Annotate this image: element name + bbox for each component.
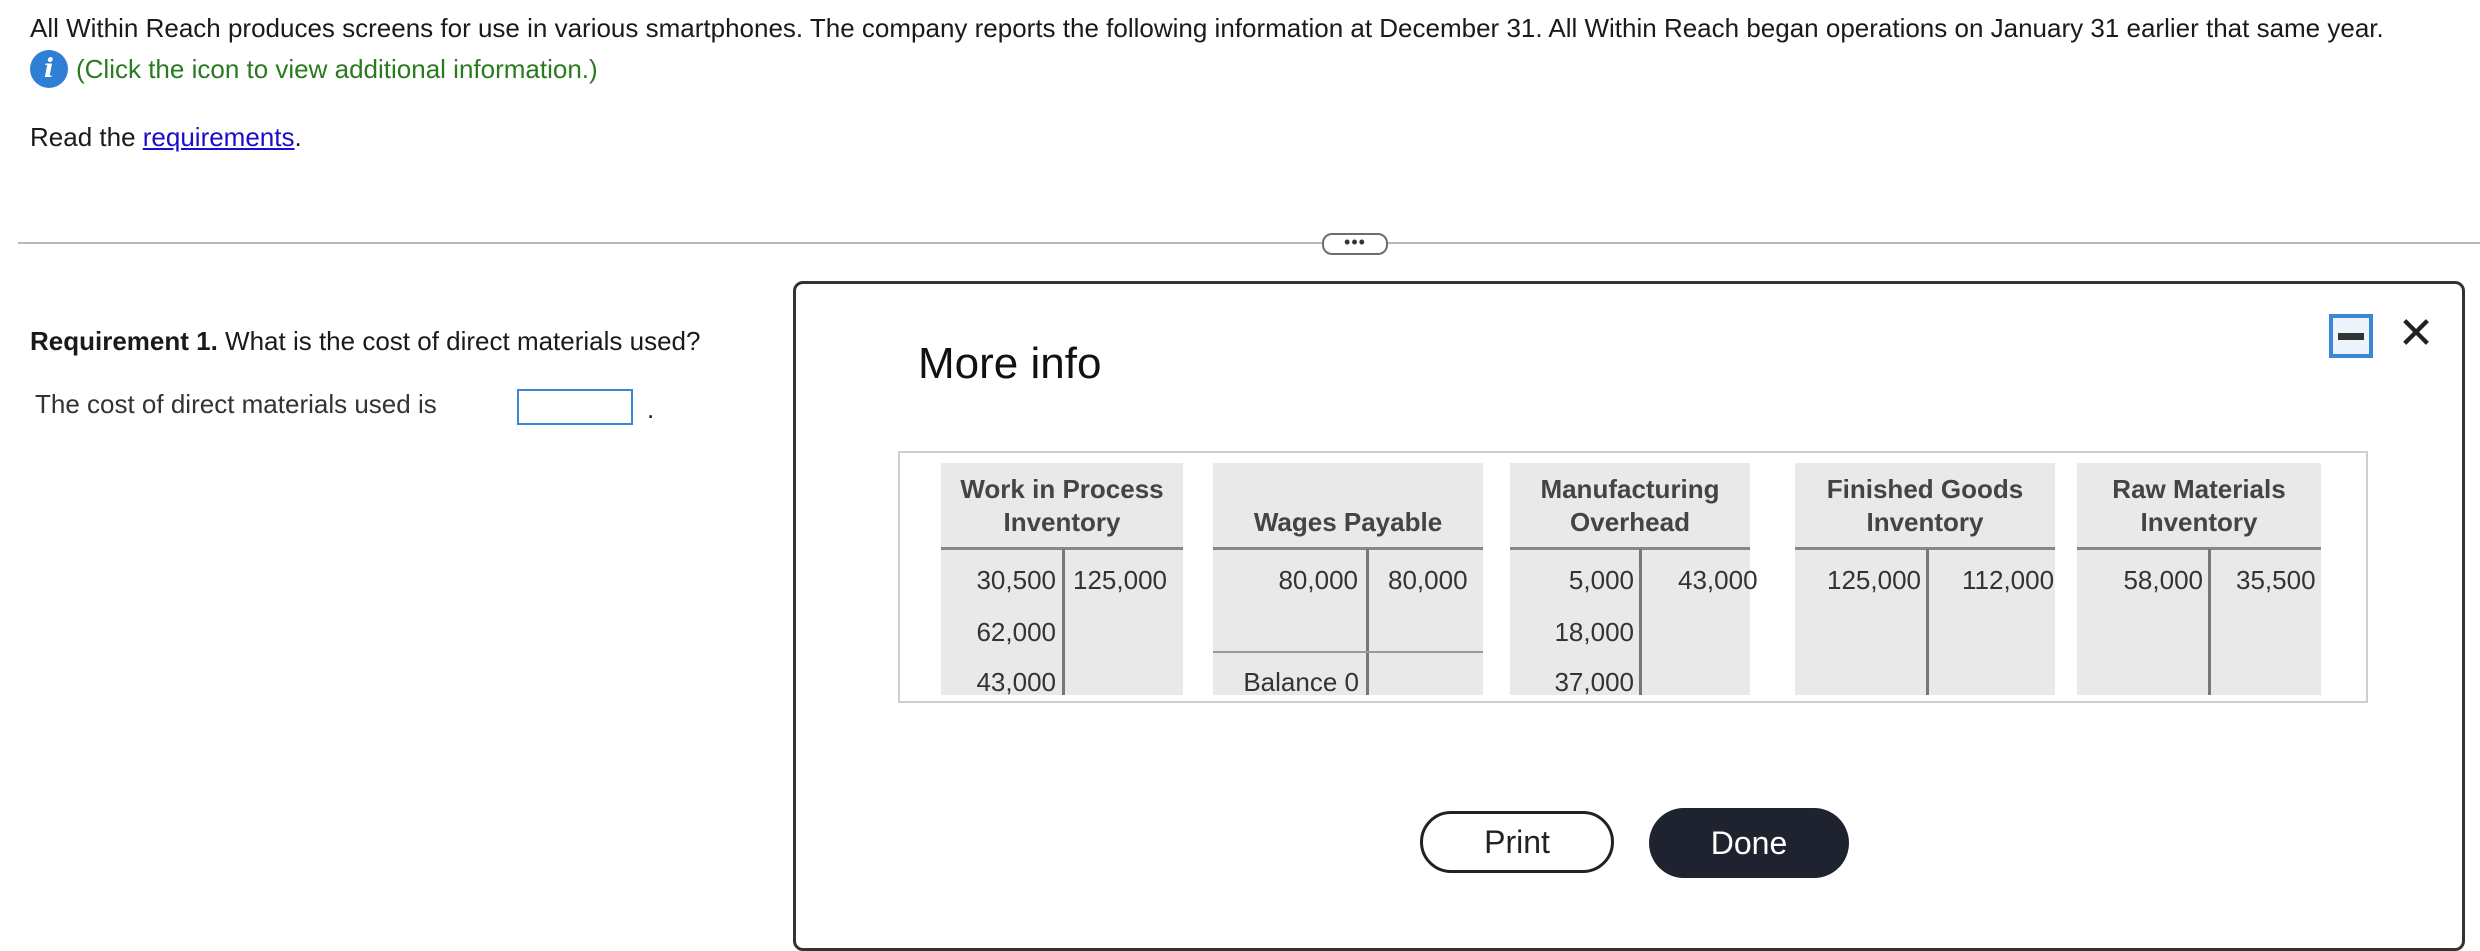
requirements-link[interactable]: requirements: [143, 122, 295, 152]
fg-debit: 125,000: [1827, 565, 1921, 595]
read-prefix: Read the: [30, 122, 143, 152]
rm-debit: 58,000: [2123, 565, 2203, 595]
t-account-finished-goods: Finished Goods Inventory 125,000 112,000: [1795, 463, 2055, 695]
t-account-wip: Work in Process Inventory 30,500 62,000 4…: [941, 463, 1183, 697]
info-link-text[interactable]: (Click the icon to view additional infor…: [76, 54, 598, 85]
wages-credit: 80,000: [1388, 565, 1468, 595]
requirement-1: Requirement 1. What is the cost of direc…: [30, 326, 700, 357]
requirement-1-question: What is the cost of direct materials use…: [217, 326, 701, 356]
answer-prompt: The cost of direct materials used is: [35, 389, 437, 419]
read-requirements-row: Read the requirements.: [30, 122, 302, 153]
wip-debit: 43,000: [976, 667, 1056, 697]
t-account-wages-payable: Wages Payable 80,000 80,000 Balance 0: [1213, 463, 1483, 697]
wip-credit: 125,000: [1073, 565, 1167, 595]
wages-balance: Balance 0: [1243, 667, 1359, 697]
modal-title: More info: [918, 339, 1102, 388]
fg-title: Finished Goods Inventory: [1826, 474, 2024, 537]
rm-credit: 35,500: [2236, 565, 2316, 595]
close-icon[interactable]: ✕: [2396, 310, 2436, 358]
wip-debit: 62,000: [976, 617, 1056, 647]
rm-title: Raw Materials Inventory: [2112, 474, 2286, 537]
info-row: i (Click the icon to view additional inf…: [30, 50, 598, 88]
done-button[interactable]: Done: [1649, 808, 1849, 878]
expand-handle[interactable]: •••: [1322, 233, 1388, 255]
more-info-modal: More info ✕ Work in Process Inventory 30,…: [793, 281, 2465, 951]
moh-credit: 43,000: [1678, 565, 1758, 595]
print-button[interactable]: Print: [1420, 811, 1614, 873]
moh-debit: 5,000: [1568, 565, 1634, 595]
moh-debit: 18,000: [1554, 617, 1634, 647]
t-account-manufacturing-overhead: Manufacturing Overhead 5,000 18,000 37,00…: [1510, 463, 1758, 697]
problem-intro: All Within Reach produces screens for us…: [30, 13, 2384, 43]
requirement-1-label: Requirement 1.: [30, 326, 218, 356]
t-accounts-table: Work in Process Inventory 30,500 62,000 4…: [898, 451, 2368, 703]
answer-period: .: [647, 394, 655, 424]
moh-debit: 37,000: [1554, 667, 1634, 697]
t-account-raw-materials: Raw Materials Inventory 58,000 35,500: [2077, 463, 2321, 695]
moh-title: Manufacturing Overhead: [1540, 474, 1720, 537]
wip-debit: 30,500: [976, 565, 1056, 595]
wages-title: Wages Payable: [1253, 507, 1443, 537]
section-divider: [18, 242, 2480, 244]
wip-title: Work in Process Inventory: [960, 474, 1164, 537]
minimize-icon[interactable]: [2329, 314, 2373, 358]
info-icon[interactable]: i: [30, 50, 68, 88]
direct-materials-answer-input[interactable]: [517, 389, 633, 425]
fg-credit: 112,000: [1962, 565, 2055, 595]
read-suffix: .: [294, 122, 302, 152]
wages-debit: 80,000: [1278, 565, 1358, 595]
